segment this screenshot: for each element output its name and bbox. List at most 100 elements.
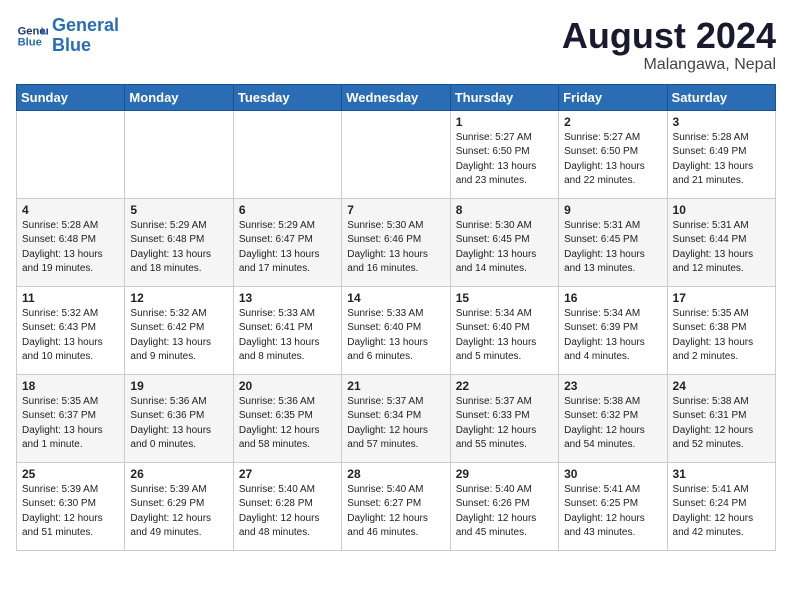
cell-content: Sunrise: 5:33 AM Sunset: 6:40 PM Dayligh…: [347, 307, 444, 365]
logo-icon: General Blue: [16, 20, 48, 52]
logo-text: GeneralBlue: [52, 16, 119, 56]
cell-content: Sunrise: 5:36 AM Sunset: 6:35 PM Dayligh…: [239, 395, 336, 453]
cell-content: Sunrise: 5:40 AM Sunset: 6:27 PM Dayligh…: [347, 483, 444, 541]
calendar-cell: 27 Sunrise: 5:40 AM Sunset: 6:28 PM Dayli…: [233, 462, 341, 550]
calendar-cell: 7 Sunrise: 5:30 AM Sunset: 6:46 PM Daylig…: [342, 198, 450, 286]
day-number: 21: [347, 379, 444, 393]
column-header-wednesday: Wednesday: [342, 84, 450, 110]
cell-content: Sunrise: 5:32 AM Sunset: 6:42 PM Dayligh…: [130, 307, 227, 365]
calendar-table: SundayMondayTuesdayWednesdayThursdayFrid…: [16, 84, 776, 551]
day-number: 1: [456, 115, 553, 129]
cell-content: Sunrise: 5:30 AM Sunset: 6:45 PM Dayligh…: [456, 219, 553, 277]
logo: General Blue GeneralBlue: [16, 16, 119, 56]
calendar-cell: 22 Sunrise: 5:37 AM Sunset: 6:33 PM Dayli…: [450, 374, 558, 462]
calendar-cell: 1 Sunrise: 5:27 AM Sunset: 6:50 PM Daylig…: [450, 110, 558, 198]
cell-content: Sunrise: 5:29 AM Sunset: 6:47 PM Dayligh…: [239, 219, 336, 277]
day-number: 29: [456, 467, 553, 481]
calendar-cell: 25 Sunrise: 5:39 AM Sunset: 6:30 PM Dayli…: [17, 462, 125, 550]
day-number: 17: [673, 291, 770, 305]
calendar-cell: 20Sunrise: 5:36 AM Sunset: 6:35 PM Dayli…: [233, 374, 341, 462]
day-number: 14: [347, 291, 444, 305]
day-number: 6: [239, 203, 336, 217]
calendar-cell: 28 Sunrise: 5:40 AM Sunset: 6:27 PM Dayli…: [342, 462, 450, 550]
column-header-saturday: Saturday: [667, 84, 775, 110]
calendar-cell: 8 Sunrise: 5:30 AM Sunset: 6:45 PM Daylig…: [450, 198, 558, 286]
cell-content: Sunrise: 5:40 AM Sunset: 6:26 PM Dayligh…: [456, 483, 553, 541]
title-block: August 2024 Malangawa, Nepal: [562, 16, 776, 74]
calendar-cell: 23 Sunrise: 5:38 AM Sunset: 6:32 PM Dayli…: [559, 374, 667, 462]
cell-content: Sunrise: 5:38 AM Sunset: 6:31 PM Dayligh…: [673, 395, 770, 453]
cell-content: Sunrise: 5:41 AM Sunset: 6:24 PM Dayligh…: [673, 483, 770, 541]
calendar-cell: 6 Sunrise: 5:29 AM Sunset: 6:47 PM Daylig…: [233, 198, 341, 286]
cell-content: Sunrise: 5:34 AM Sunset: 6:40 PM Dayligh…: [456, 307, 553, 365]
cell-content: Sunrise: 5:27 AM Sunset: 6:50 PM Dayligh…: [564, 131, 661, 189]
calendar-cell: 24 Sunrise: 5:38 AM Sunset: 6:31 PM Dayli…: [667, 374, 775, 462]
cell-content: Sunrise: 5:33 AM Sunset: 6:41 PM Dayligh…: [239, 307, 336, 365]
cell-content: Sunrise: 5:36 AM Sunset: 6:36 PM Dayligh…: [130, 395, 227, 453]
column-header-monday: Monday: [125, 84, 233, 110]
month-title: August 2024: [562, 16, 776, 56]
cell-content: Sunrise: 5:27 AM Sunset: 6:50 PM Dayligh…: [456, 131, 553, 189]
day-number: 28: [347, 467, 444, 481]
cell-content: Sunrise: 5:35 AM Sunset: 6:37 PM Dayligh…: [22, 395, 119, 453]
day-number: 13: [239, 291, 336, 305]
calendar-cell: 14 Sunrise: 5:33 AM Sunset: 6:40 PM Dayli…: [342, 286, 450, 374]
day-number: 16: [564, 291, 661, 305]
calendar-cell: 31 Sunrise: 5:41 AM Sunset: 6:24 PM Dayli…: [667, 462, 775, 550]
day-number: 2: [564, 115, 661, 129]
day-number: 23: [564, 379, 661, 393]
cell-content: Sunrise: 5:31 AM Sunset: 6:45 PM Dayligh…: [564, 219, 661, 277]
day-number: 9: [564, 203, 661, 217]
day-number: 5: [130, 203, 227, 217]
day-number: 25: [22, 467, 119, 481]
cell-content: Sunrise: 5:28 AM Sunset: 6:49 PM Dayligh…: [673, 131, 770, 189]
calendar-cell: [125, 110, 233, 198]
day-number: 8: [456, 203, 553, 217]
cell-content: Sunrise: 5:32 AM Sunset: 6:43 PM Dayligh…: [22, 307, 119, 365]
calendar-cell: 21 Sunrise: 5:37 AM Sunset: 6:34 PM Dayli…: [342, 374, 450, 462]
day-number: 24: [673, 379, 770, 393]
cell-content: Sunrise: 5:30 AM Sunset: 6:46 PM Dayligh…: [347, 219, 444, 277]
day-number: 19: [130, 379, 227, 393]
cell-content: Sunrise: 5:40 AM Sunset: 6:28 PM Dayligh…: [239, 483, 336, 541]
calendar-cell: [233, 110, 341, 198]
calendar-cell: 10Sunrise: 5:31 AM Sunset: 6:44 PM Dayli…: [667, 198, 775, 286]
cell-content: Sunrise: 5:39 AM Sunset: 6:30 PM Dayligh…: [22, 483, 119, 541]
calendar-cell: 9 Sunrise: 5:31 AM Sunset: 6:45 PM Daylig…: [559, 198, 667, 286]
calendar-cell: [342, 110, 450, 198]
cell-content: Sunrise: 5:34 AM Sunset: 6:39 PM Dayligh…: [564, 307, 661, 365]
cell-content: Sunrise: 5:38 AM Sunset: 6:32 PM Dayligh…: [564, 395, 661, 453]
column-header-friday: Friday: [559, 84, 667, 110]
calendar-cell: 11 Sunrise: 5:32 AM Sunset: 6:43 PM Dayli…: [17, 286, 125, 374]
calendar-cell: 4 Sunrise: 5:28 AM Sunset: 6:48 PM Daylig…: [17, 198, 125, 286]
column-header-tuesday: Tuesday: [233, 84, 341, 110]
calendar-cell: 30Sunrise: 5:41 AM Sunset: 6:25 PM Dayli…: [559, 462, 667, 550]
day-number: 22: [456, 379, 553, 393]
calendar-cell: 13 Sunrise: 5:33 AM Sunset: 6:41 PM Dayli…: [233, 286, 341, 374]
cell-content: Sunrise: 5:28 AM Sunset: 6:48 PM Dayligh…: [22, 219, 119, 277]
day-number: 7: [347, 203, 444, 217]
cell-content: Sunrise: 5:41 AM Sunset: 6:25 PM Dayligh…: [564, 483, 661, 541]
day-number: 27: [239, 467, 336, 481]
cell-content: Sunrise: 5:31 AM Sunset: 6:44 PM Dayligh…: [673, 219, 770, 277]
day-number: 3: [673, 115, 770, 129]
svg-text:Blue: Blue: [18, 36, 42, 48]
day-number: 26: [130, 467, 227, 481]
day-number: 15: [456, 291, 553, 305]
calendar-cell: 16 Sunrise: 5:34 AM Sunset: 6:39 PM Dayli…: [559, 286, 667, 374]
column-header-thursday: Thursday: [450, 84, 558, 110]
calendar-cell: 12 Sunrise: 5:32 AM Sunset: 6:42 PM Dayli…: [125, 286, 233, 374]
cell-content: Sunrise: 5:39 AM Sunset: 6:29 PM Dayligh…: [130, 483, 227, 541]
calendar-cell: 19 Sunrise: 5:36 AM Sunset: 6:36 PM Dayli…: [125, 374, 233, 462]
calendar-cell: [17, 110, 125, 198]
cell-content: Sunrise: 5:35 AM Sunset: 6:38 PM Dayligh…: [673, 307, 770, 365]
day-number: 12: [130, 291, 227, 305]
day-number: 31: [673, 467, 770, 481]
calendar-cell: 29 Sunrise: 5:40 AM Sunset: 6:26 PM Dayli…: [450, 462, 558, 550]
day-number: 4: [22, 203, 119, 217]
location: Malangawa, Nepal: [562, 56, 776, 74]
cell-content: Sunrise: 5:37 AM Sunset: 6:33 PM Dayligh…: [456, 395, 553, 453]
cell-content: Sunrise: 5:37 AM Sunset: 6:34 PM Dayligh…: [347, 395, 444, 453]
cell-content: Sunrise: 5:29 AM Sunset: 6:48 PM Dayligh…: [130, 219, 227, 277]
day-number: 11: [22, 291, 119, 305]
